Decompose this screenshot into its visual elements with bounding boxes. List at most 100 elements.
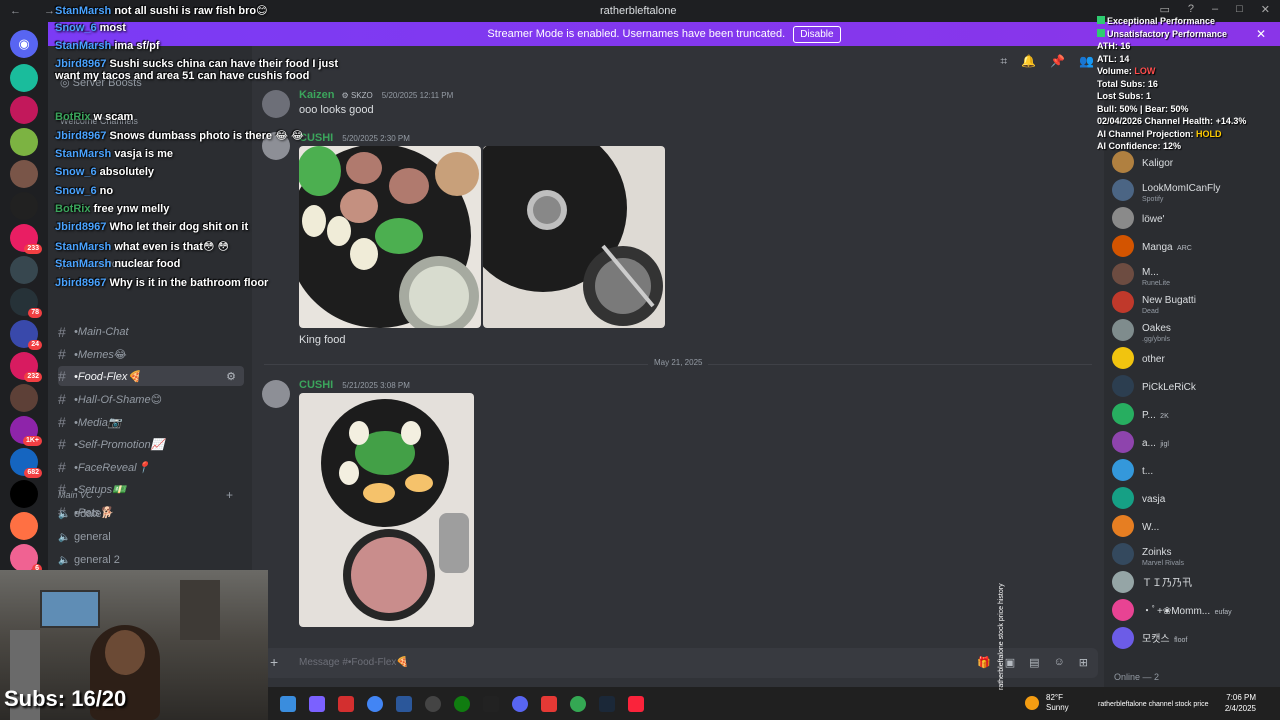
member-tag: jigl xyxy=(1160,441,1169,448)
member-item[interactable]: M... RuneLite xyxy=(1112,262,1278,287)
maps-icon[interactable] xyxy=(541,696,557,712)
weather-widget[interactable]: 82°F Sunny xyxy=(1046,693,1069,713)
channel-item[interactable]: # •Memes😂 xyxy=(58,344,244,364)
members-icon[interactable]: 👥 xyxy=(1079,54,1094,69)
settings-icon[interactable]: ⚙ xyxy=(226,370,236,383)
server-icon[interactable]: 233 xyxy=(10,224,42,254)
chrome-alt-icon[interactable] xyxy=(570,696,586,712)
member-item[interactable]: Oakes .gg/ybnls xyxy=(1112,318,1278,343)
member-name: Kaligor xyxy=(1142,158,1174,169)
server-icon[interactable] xyxy=(10,384,38,412)
message-composer[interactable]: + Message #•Food-Flex🍕 🎁 ▣ ▤ ☺ ⊞ xyxy=(264,648,1098,678)
channel-item[interactable]: # •Hall-Of-Shame😊 xyxy=(58,389,244,409)
gift-icon[interactable]: 🎁 xyxy=(977,656,991,669)
server-icon[interactable] xyxy=(10,192,38,220)
channel-item[interactable]: # •Self-Promotion📈 xyxy=(58,434,244,454)
server-icon[interactable] xyxy=(10,512,38,540)
member-item[interactable]: PiCkLeRiCk xyxy=(1112,374,1278,398)
server-icon[interactable]: 232 xyxy=(10,352,42,382)
minimize-icon[interactable]: – xyxy=(1212,3,1218,16)
channel-item[interactable]: # •Media📷 xyxy=(58,412,244,432)
member-item[interactable]: vasja xyxy=(1112,486,1278,510)
server-icon[interactable]: 6 xyxy=(10,544,42,574)
voice-channel-item[interactable]: 🔈 general 2 xyxy=(58,550,244,570)
member-item[interactable]: ＴＩ乃乃卂 xyxy=(1112,570,1278,594)
member-item[interactable]: W... xyxy=(1112,514,1278,538)
steam-icon[interactable] xyxy=(599,696,615,712)
timestamp: 5/21/2025 3:08 PM xyxy=(342,381,410,390)
clock[interactable]: 7:06 PM 2/4/2025 xyxy=(1225,692,1256,714)
server-icon[interactable] xyxy=(10,256,38,284)
xbox-icon[interactable] xyxy=(454,696,470,712)
sticker-icon[interactable]: ▤ xyxy=(1029,656,1039,669)
server-icon[interactable]: 1K+ xyxy=(10,416,42,446)
channel-item[interactable]: # •FaceReveal📍 xyxy=(58,457,244,477)
member-item[interactable]: a... jigl xyxy=(1112,430,1278,454)
chat-message: StanMarsh ima sf/pf xyxy=(55,40,355,52)
avatar xyxy=(1112,403,1134,425)
member-item[interactable]: New Bugatti Dead xyxy=(1112,290,1278,315)
voice-category[interactable]: Main VC ⌄ xyxy=(58,490,103,501)
member-item[interactable]: löwe' xyxy=(1112,206,1278,230)
member-item[interactable]: LookMomICanFly Spotify xyxy=(1112,178,1278,203)
add-attachment-icon[interactable]: + xyxy=(270,654,278,670)
copilot-icon[interactable] xyxy=(309,696,325,712)
avatar[interactable] xyxy=(262,380,290,408)
message-author[interactable]: Kaizen ⚙ SKZO 5/20/2025 12:11 PM xyxy=(299,89,453,101)
food-image-bowl[interactable] xyxy=(299,393,474,627)
server-icon[interactable] xyxy=(10,480,38,508)
add-channel-icon[interactable]: + xyxy=(226,488,233,502)
message-author[interactable]: CUSHI 5/21/2025 3:08 PM xyxy=(299,379,410,391)
server-icon[interactable] xyxy=(10,160,38,188)
word-icon[interactable] xyxy=(396,696,412,712)
member-name: 모캣스 xyxy=(1142,634,1170,645)
app-icon[interactable] xyxy=(483,696,499,712)
server-icon[interactable] xyxy=(10,96,38,124)
message-input[interactable]: Message #•Food-Flex🍕 xyxy=(299,657,409,668)
apps-icon[interactable]: ⊞ xyxy=(1079,656,1088,669)
disable-button[interactable]: Disable xyxy=(793,25,841,43)
member-item[interactable]: P... 2K xyxy=(1112,402,1278,426)
avatar xyxy=(1112,179,1134,201)
discord-taskbar-icon[interactable] xyxy=(512,696,528,712)
member-item[interactable]: Kaligor xyxy=(1112,150,1278,174)
file-explorer-icon[interactable] xyxy=(280,696,296,712)
member-item[interactable]: 모캣스 floof xyxy=(1112,626,1278,650)
member-item[interactable]: other xyxy=(1112,346,1278,370)
obs-icon[interactable] xyxy=(425,696,441,712)
threads-icon[interactable]: ⌗ xyxy=(1000,54,1007,69)
channel-item[interactable]: # •Food-Flex🍕 ⚙ xyxy=(58,366,244,386)
member-item[interactable]: Manga ARC xyxy=(1112,234,1278,258)
inbox-icon[interactable]: ▭ xyxy=(1159,3,1169,16)
voice-channel-item[interactable]: 🔈 edate xyxy=(58,504,244,524)
gif-icon[interactable]: ▣ xyxy=(1005,656,1015,669)
discord-home-icon[interactable]: ◉ xyxy=(10,30,38,58)
chat-text: absolutely xyxy=(99,166,155,178)
member-item[interactable]: ・ﾟ+❀Momm... eufay xyxy=(1112,598,1278,622)
channel-label: •Main-Chat xyxy=(74,326,129,338)
channel-item[interactable]: # •Main-Chat xyxy=(58,322,244,342)
member-name: ・ﾟ+❀Momm... xyxy=(1142,606,1211,617)
stat-line: Total Subs: 16 xyxy=(1097,78,1158,89)
help-icon[interactable]: ? xyxy=(1188,3,1194,16)
server-icon[interactable]: 682 xyxy=(10,448,42,478)
pin-icon[interactable]: 📌 xyxy=(1050,54,1065,69)
close-icon[interactable]: ✕ xyxy=(1261,3,1270,16)
emoji-icon[interactable]: ☺ xyxy=(1054,656,1065,669)
member-item[interactable]: Zoinks Marvel Rivals xyxy=(1112,542,1278,567)
music-icon[interactable] xyxy=(628,696,644,712)
channel-label: •Hall-Of-Shame😊 xyxy=(74,393,163,406)
bell-icon[interactable]: 🔔 xyxy=(1021,54,1036,69)
food-image-empty-plate[interactable] xyxy=(483,146,665,328)
maximize-icon[interactable]: □ xyxy=(1236,3,1243,16)
member-item[interactable]: t... xyxy=(1112,458,1278,482)
pdf-icon[interactable] xyxy=(338,696,354,712)
server-icon[interactable] xyxy=(10,64,38,92)
member-name: a... xyxy=(1142,438,1156,449)
server-icon[interactable] xyxy=(10,128,38,156)
chrome-icon[interactable] xyxy=(367,696,383,712)
server-icon[interactable]: 24 xyxy=(10,320,42,350)
server-icon[interactable]: 78 xyxy=(10,288,42,318)
voice-channel-item[interactable]: 🔈 general xyxy=(58,527,244,547)
streamer-face xyxy=(105,630,145,675)
